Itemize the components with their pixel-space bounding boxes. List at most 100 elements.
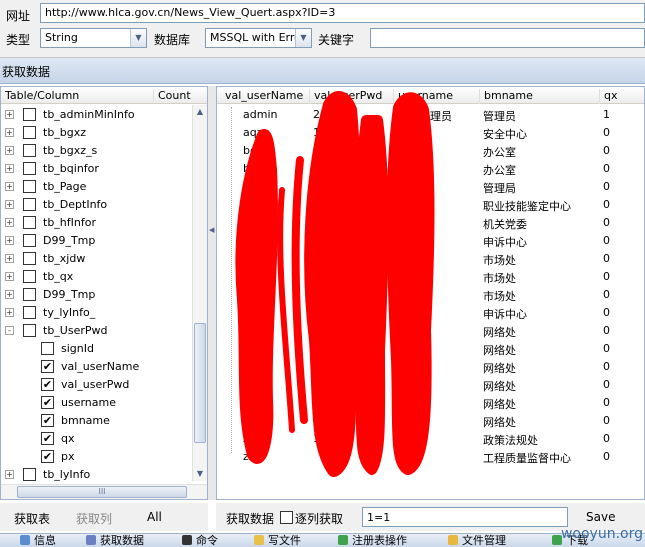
table-row[interactable]: wzx 网络处 0 bbox=[217, 412, 644, 430]
expand-icon[interactable]: + bbox=[5, 128, 14, 137]
node-checkbox[interactable] bbox=[23, 324, 36, 337]
tree-column-node[interactable]: ✔ px bbox=[1, 448, 191, 466]
db-select[interactable]: MSSQL with Error ▼ bbox=[205, 28, 312, 48]
tab-registry[interactable]: 注册表操作 bbox=[338, 534, 407, 547]
table-row[interactable]: 网络处 0 bbox=[217, 394, 644, 412]
table-tree[interactable]: Table/Column Count + tb_adminMinInfo + tb_b… bbox=[0, 86, 208, 500]
tree-table-node[interactable]: + tb_qx bbox=[1, 268, 191, 286]
expand-icon[interactable]: + bbox=[5, 290, 14, 299]
table-row[interactable]: 市场处 0 bbox=[217, 286, 644, 304]
node-checkbox[interactable] bbox=[23, 198, 36, 211]
table-row[interactable]: zfgc 1 政策法规处 0 bbox=[217, 430, 644, 448]
tree-table-node[interactable]: + tb_bqinfor bbox=[1, 160, 191, 178]
node-checkbox[interactable]: ✔ bbox=[41, 432, 54, 445]
tree-table-node[interactable]: + tb_adminMinInfo bbox=[1, 106, 191, 124]
expand-icon[interactable]: + bbox=[5, 164, 14, 173]
node-checkbox[interactable] bbox=[23, 234, 36, 247]
node-checkbox[interactable] bbox=[23, 180, 36, 193]
col-header-username[interactable]: username bbox=[393, 89, 453, 104]
expand-icon[interactable]: + bbox=[5, 110, 14, 119]
node-checkbox[interactable] bbox=[23, 288, 36, 301]
tab-file-manager[interactable]: 文件管理 bbox=[448, 534, 506, 547]
fetch-table-button[interactable]: 获取表 bbox=[14, 510, 50, 527]
col-header-val-userpwd[interactable]: val_userPwd bbox=[309, 89, 382, 104]
tree-column-node[interactable]: ✔ qx bbox=[1, 430, 191, 448]
table-row[interactable]: zx 中心1 职业技能鉴定中心 0 bbox=[217, 196, 644, 214]
table-row[interactable]: 市场处 0 bbox=[217, 268, 644, 286]
tree-column-node[interactable]: ✔ val_userName bbox=[1, 358, 191, 376]
tree-table-node[interactable]: + tb_bgxz_s bbox=[1, 142, 191, 160]
col-count-header[interactable]: Count bbox=[153, 89, 191, 102]
scroll-down-icon[interactable]: ▼ bbox=[193, 467, 207, 481]
table-row[interactable]: 申诉中心 0 bbox=[217, 304, 644, 322]
node-checkbox[interactable] bbox=[23, 270, 36, 283]
tree-table-node[interactable]: + tb_hfInfor bbox=[1, 214, 191, 232]
save-button[interactable]: Save bbox=[586, 510, 615, 524]
collapse-arrow-icon[interactable]: ◀ bbox=[209, 226, 214, 234]
table-row[interactable]: sc 市场处 0 bbox=[217, 250, 644, 268]
expand-icon[interactable]: + bbox=[5, 182, 14, 191]
keyword-input[interactable] bbox=[370, 28, 645, 48]
node-checkbox[interactable]: ✔ bbox=[41, 396, 54, 409]
tree-column-node[interactable]: ✔ username bbox=[1, 394, 191, 412]
tree-column-node[interactable]: ✔ val_userPwd bbox=[1, 376, 191, 394]
condition-input[interactable]: 1=1 bbox=[362, 507, 568, 527]
panel-splitter[interactable]: ◀ bbox=[208, 86, 216, 500]
tree-hscrollbar[interactable]: III bbox=[1, 484, 207, 499]
node-checkbox[interactable] bbox=[23, 216, 36, 229]
node-checkbox[interactable]: ✔ bbox=[41, 378, 54, 391]
scroll-up-icon[interactable]: ▲ bbox=[193, 105, 207, 119]
col-header-val-username[interactable]: val_userName bbox=[221, 89, 303, 104]
node-checkbox[interactable] bbox=[23, 108, 36, 121]
node-checkbox[interactable]: ✔ bbox=[41, 450, 54, 463]
node-checkbox[interactable] bbox=[41, 342, 54, 355]
col-header-bmname[interactable]: bmname bbox=[479, 89, 533, 104]
node-checkbox[interactable] bbox=[23, 144, 36, 157]
expand-icon[interactable]: + bbox=[5, 308, 14, 317]
table-row[interactable]: bgsl 办公室 0 bbox=[217, 160, 644, 178]
row-by-row-checkbox[interactable] bbox=[280, 511, 293, 524]
tree-column-node[interactable]: signId bbox=[1, 340, 191, 358]
node-checkbox[interactable]: ✔ bbox=[41, 414, 54, 427]
url-input[interactable]: http://www.hlca.gov.cn/News_View_Quert.a… bbox=[40, 3, 645, 23]
fetch-column-button[interactable]: 获取列 bbox=[76, 510, 112, 527]
expand-icon[interactable]: + bbox=[5, 218, 14, 227]
collapse-icon[interactable]: - bbox=[5, 326, 14, 335]
expand-icon[interactable]: + bbox=[5, 236, 14, 245]
tree-table-node[interactable]: + tb_Page bbox=[1, 178, 191, 196]
tree-vscrollbar[interactable]: ▲ ▼ bbox=[192, 105, 207, 481]
tree-table-node[interactable]: + tb_DeptInfo bbox=[1, 196, 191, 214]
tab-info[interactable]: 信息 bbox=[20, 534, 56, 547]
node-checkbox[interactable]: ✔ bbox=[41, 360, 54, 373]
table-row[interactable]: bgs 办公室 0 bbox=[217, 142, 644, 160]
tree-table-node[interactable]: + tb_lyInfo bbox=[1, 466, 191, 484]
table-row[interactable]: 网络处 0 bbox=[217, 376, 644, 394]
node-checkbox[interactable] bbox=[23, 252, 36, 265]
tree-column-node[interactable]: ✔ bmname bbox=[1, 412, 191, 430]
expand-icon[interactable]: + bbox=[5, 254, 14, 263]
tab-fetch-data[interactable]: 获取数据 bbox=[86, 534, 144, 547]
expand-icon[interactable]: + bbox=[5, 200, 14, 209]
tab-command[interactable]: 命令 bbox=[182, 534, 218, 547]
chevron-down-icon[interactable]: ▼ bbox=[130, 29, 146, 47]
table-row[interactable]: 网络处 0 bbox=[217, 358, 644, 376]
type-select[interactable]: String ▼ bbox=[40, 28, 147, 48]
table-row[interactable]: 管理局 0 bbox=[217, 178, 644, 196]
table-row[interactable]: ao 申诉中心 0 bbox=[217, 232, 644, 250]
node-checkbox[interactable] bbox=[23, 468, 36, 481]
expand-icon[interactable]: + bbox=[5, 272, 14, 281]
tab-write-file[interactable]: 写文件 bbox=[254, 534, 301, 547]
fetch-data-button[interactable]: 获取数据 bbox=[226, 510, 274, 527]
table-row[interactable]: admin 21 超级管理员 管理员 1 bbox=[217, 106, 644, 124]
tree-table-node[interactable]: + ty_lyInfo_ bbox=[1, 304, 191, 322]
results-grid[interactable]: val_userName val_userPwd username bmname… bbox=[216, 86, 645, 500]
tree-table-node[interactable]: + D99_Tmp bbox=[1, 286, 191, 304]
expand-icon[interactable]: + bbox=[5, 470, 14, 479]
table-row[interactable]: 网络处 0 bbox=[217, 340, 644, 358]
tree-table-node[interactable]: + tb_xjdw bbox=[1, 250, 191, 268]
table-row[interactable]: zx 工程质量监督中心 0 bbox=[217, 448, 644, 466]
table-row[interactable]: 网络处 0 bbox=[217, 322, 644, 340]
col-table-header[interactable]: Table/Column bbox=[5, 89, 79, 102]
all-button[interactable]: All bbox=[147, 510, 162, 524]
tree-table-node[interactable]: - tb_UserPwd bbox=[1, 322, 191, 340]
